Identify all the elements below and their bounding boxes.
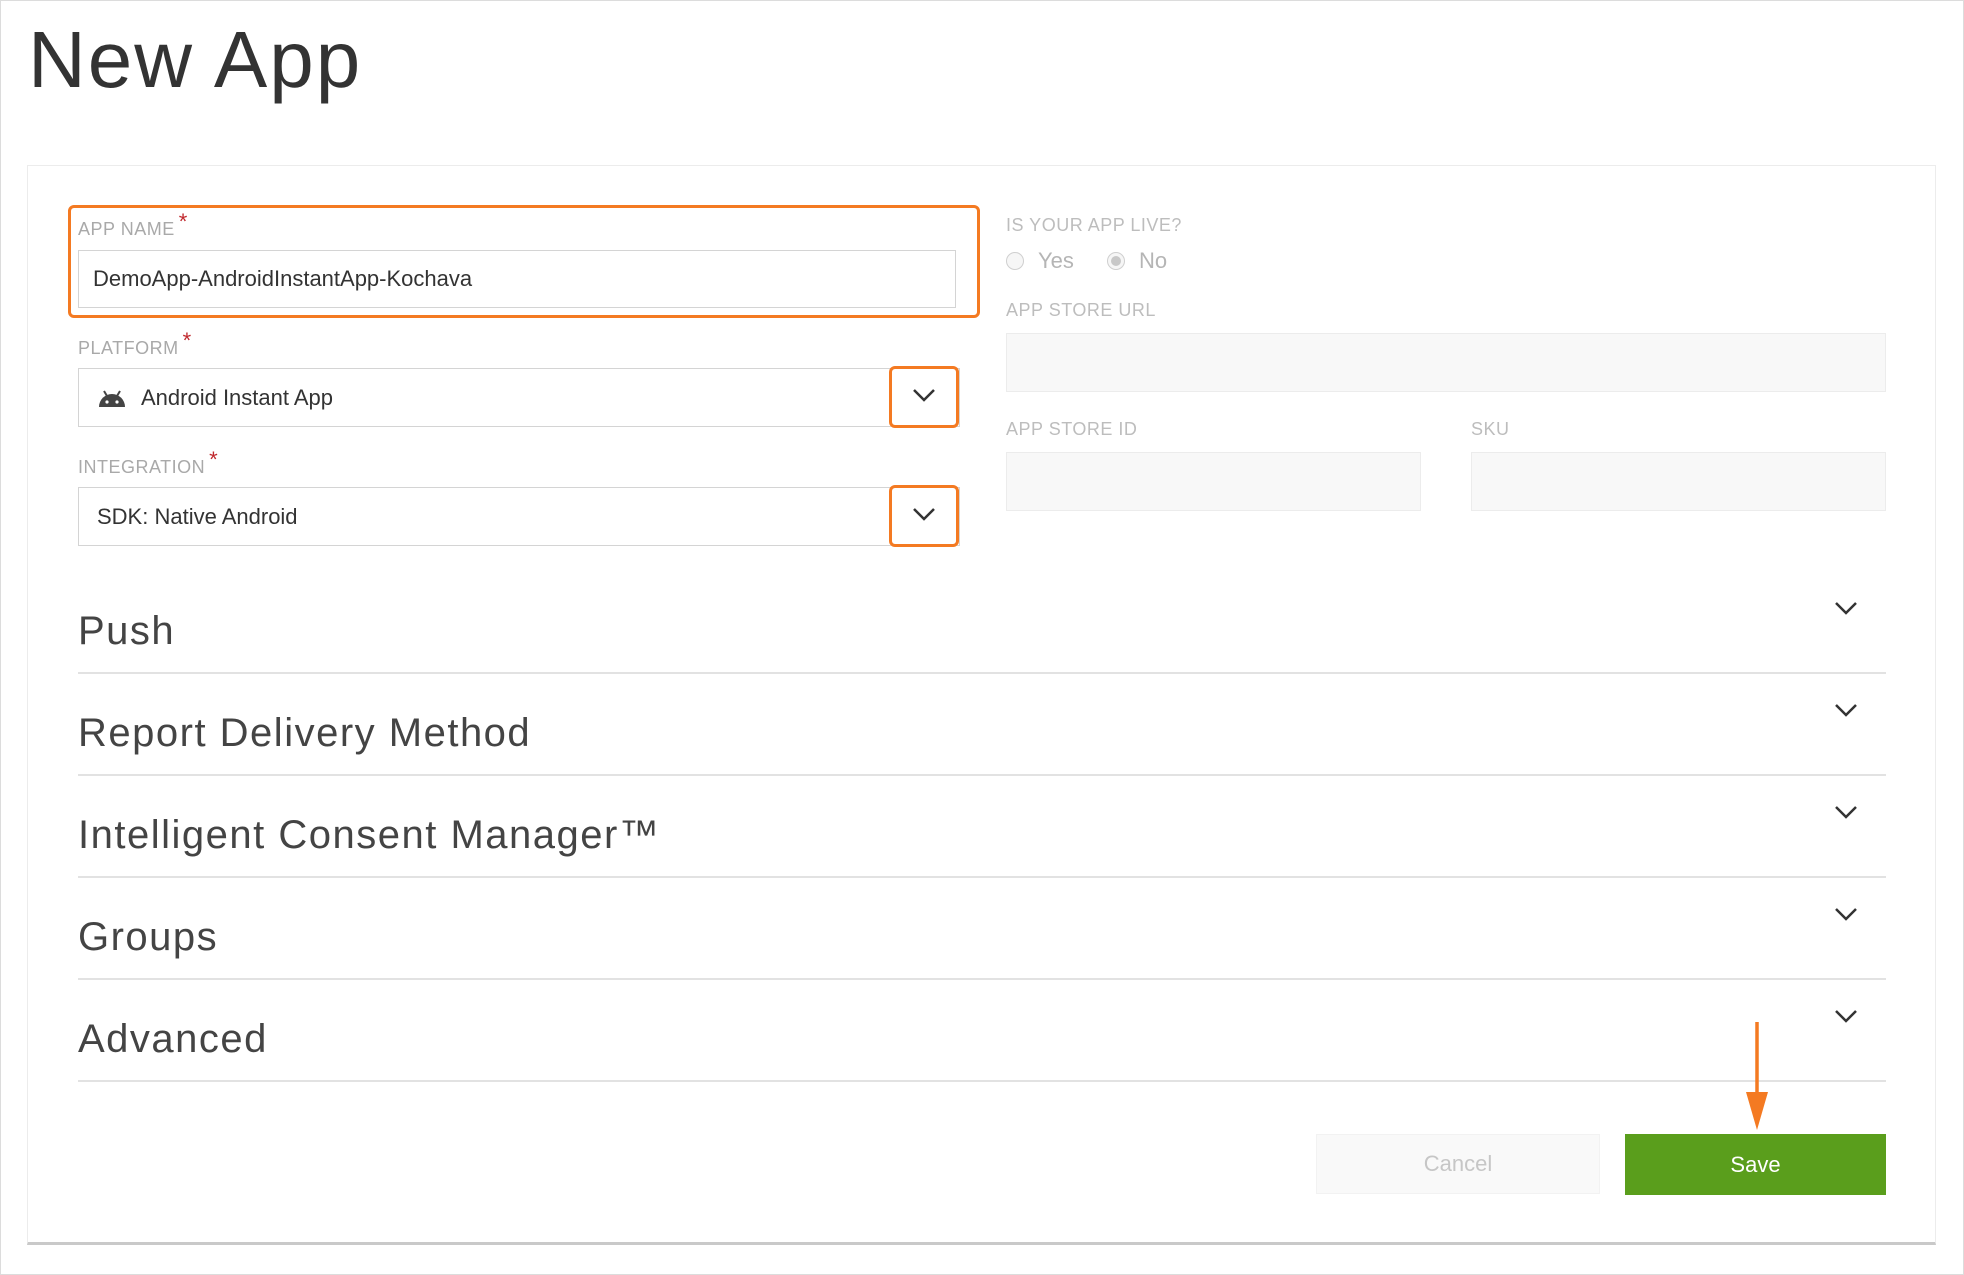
sku-label: SKU — [1471, 419, 1510, 439]
section-title: Report Delivery Method — [78, 711, 532, 755]
app-store-url-label: APP STORE URL — [1006, 300, 1156, 320]
page-title: New App — [28, 15, 363, 104]
chevron-down-icon — [1834, 601, 1858, 620]
integration-value: SDK: Native Android — [97, 503, 298, 529]
section-title: Push — [78, 609, 176, 653]
integration-dropdown-button[interactable] — [889, 485, 959, 547]
app-live-radio-no[interactable]: No — [1107, 248, 1167, 274]
app-live-label: IS YOUR APP LIVE? — [1006, 215, 1182, 235]
chevron-down-icon — [1834, 805, 1858, 824]
app-live-radio-yes[interactable]: Yes — [1006, 248, 1074, 274]
app-store-id-label: APP STORE ID — [1006, 419, 1138, 439]
arrow-down-icon — [1744, 1020, 1770, 1137]
chevron-down-icon — [1834, 1009, 1858, 1028]
required-mark: * — [178, 209, 188, 234]
chevron-down-icon — [1834, 703, 1858, 722]
sku-input[interactable] — [1471, 452, 1886, 511]
app-name-input[interactable]: DemoApp-AndroidInstantApp-Kochava — [78, 250, 956, 308]
section-report-delivery-method[interactable]: Report Delivery Method — [78, 675, 1886, 776]
radio-selected — [1107, 252, 1125, 270]
section-advanced[interactable]: Advanced — [78, 981, 1886, 1082]
section-title: Intelligent Consent Manager™ — [78, 813, 661, 857]
radio-unselected — [1006, 252, 1024, 270]
section-title: Groups — [78, 915, 219, 959]
app-name-label: APP NAME * — [78, 209, 188, 239]
section-title: Advanced — [78, 1017, 268, 1061]
section-intelligent-consent-manager[interactable]: Intelligent Consent Manager™ — [78, 777, 1886, 878]
app-name-value: DemoApp-AndroidInstantApp-Kochava — [93, 266, 473, 291]
chevron-down-icon — [912, 388, 936, 407]
section-push[interactable]: Push — [78, 573, 1886, 674]
chevron-down-icon — [1834, 907, 1858, 926]
app-store-url-input[interactable] — [1006, 333, 1886, 392]
platform-label: PLATFORM * — [78, 328, 192, 358]
save-button[interactable]: Save — [1625, 1134, 1886, 1195]
integration-select[interactable]: SDK: Native Android — [78, 487, 960, 546]
platform-value: Android Instant App — [141, 384, 334, 410]
required-mark: * — [182, 328, 192, 353]
app-store-id-input[interactable] — [1006, 452, 1421, 511]
required-mark: * — [209, 447, 219, 472]
platform-dropdown-button[interactable] — [889, 366, 959, 428]
cancel-button[interactable]: Cancel — [1316, 1134, 1600, 1194]
section-groups[interactable]: Groups — [78, 879, 1886, 980]
platform-select[interactable]: Android Instant App — [78, 368, 960, 427]
chevron-down-icon — [912, 507, 936, 526]
integration-label: INTEGRATION * — [78, 447, 219, 477]
android-icon — [97, 388, 127, 408]
